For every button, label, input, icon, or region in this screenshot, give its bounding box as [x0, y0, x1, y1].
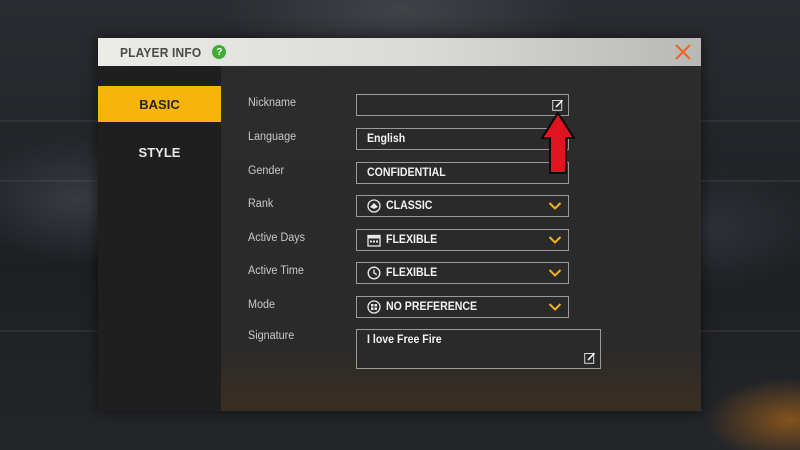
edit-icon[interactable]: [584, 352, 596, 364]
active-time-select[interactable]: FLEXIBLE: [356, 262, 569, 284]
active-days-select[interactable]: FLEXIBLE: [356, 229, 569, 251]
rank-value: CLASSIC: [386, 200, 433, 212]
close-button[interactable]: [665, 38, 701, 66]
chevron-down-icon: [548, 269, 562, 277]
tab-style[interactable]: STYLE: [98, 134, 221, 170]
clock-icon: [367, 266, 381, 280]
edit-icon[interactable]: [552, 99, 564, 111]
chevron-down-icon: [548, 236, 562, 244]
mode-label: Mode: [248, 299, 276, 311]
gender-label: Gender: [248, 165, 285, 177]
chevron-down-icon: [548, 202, 562, 210]
language-label: Language: [248, 131, 297, 143]
gender-value: CONFIDENTIAL: [367, 167, 446, 179]
tab-basic[interactable]: BASIC: [98, 86, 221, 122]
rank-label: Rank: [248, 198, 274, 210]
language-select[interactable]: English: [356, 128, 569, 150]
chevron-down-icon: [548, 303, 562, 311]
dialog-title: PLAYER INFO: [120, 44, 202, 60]
active-days-value: FLEXIBLE: [386, 234, 438, 246]
grid-icon: [367, 300, 381, 314]
mode-value: NO PREFERENCE: [386, 301, 478, 313]
language-value: English: [367, 133, 406, 145]
signature-label: Signature: [248, 330, 295, 342]
active-time-label: Active Time: [248, 265, 304, 277]
calendar-icon: [367, 233, 381, 247]
signature-value: I love Free Fire: [367, 334, 442, 346]
basic-info-form: Nickname Language English Gender CONFIDE…: [221, 66, 701, 411]
tab-style-label: STYLE: [138, 144, 181, 160]
gender-select[interactable]: CONFIDENTIAL: [356, 162, 569, 184]
player-info-dialog: PLAYER INFO ? BASIC STYLE Nickname Langu…: [98, 38, 701, 411]
signature-textarea[interactable]: I love Free Fire: [356, 329, 601, 369]
mode-select[interactable]: NO PREFERENCE: [356, 296, 569, 318]
sidebar: BASIC STYLE: [98, 66, 221, 411]
active-time-value: FLEXIBLE: [386, 267, 438, 279]
title-bar: PLAYER INFO ?: [98, 38, 701, 66]
help-icon[interactable]: ?: [212, 45, 227, 59]
tab-basic-label: BASIC: [139, 96, 180, 112]
rank-select[interactable]: CLASSIC: [356, 195, 569, 217]
active-days-label: Active Days: [248, 232, 306, 244]
annotation-arrow-icon: [541, 112, 575, 174]
nickname-field[interactable]: [356, 94, 569, 116]
rank-icon: [367, 199, 381, 213]
close-icon: [675, 44, 691, 60]
nickname-label: Nickname: [248, 97, 297, 109]
